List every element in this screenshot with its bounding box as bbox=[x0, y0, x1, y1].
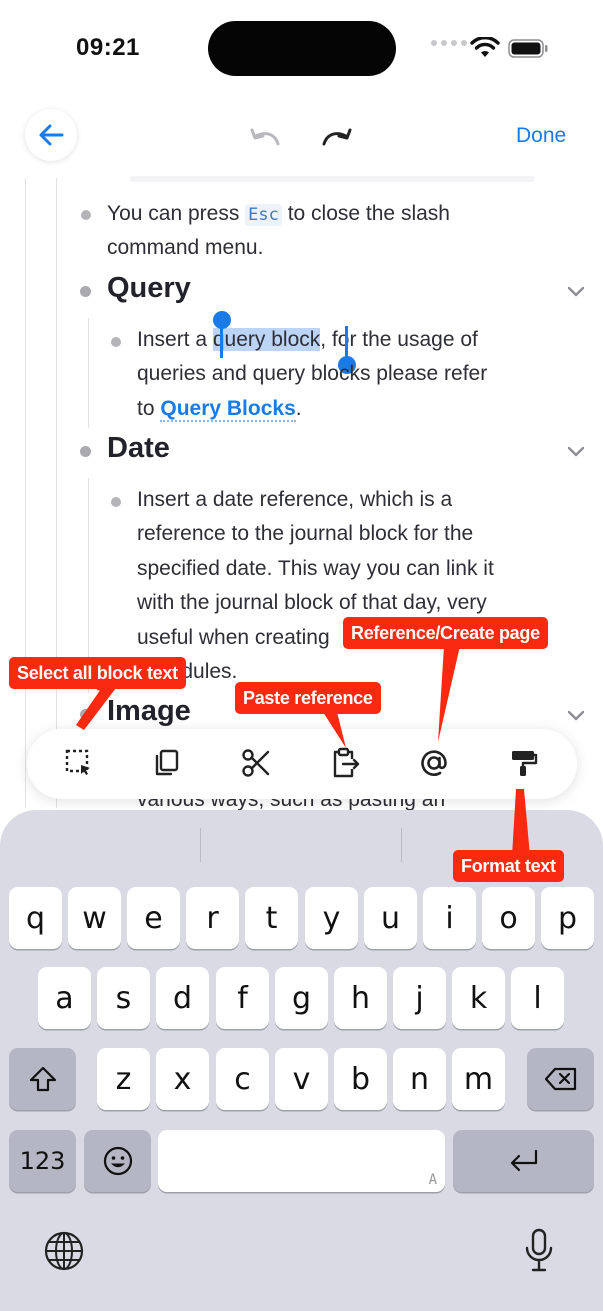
bullet[interactable] bbox=[111, 497, 121, 507]
return-arrow-icon bbox=[510, 1149, 537, 1172]
chevron-down-icon[interactable] bbox=[567, 710, 585, 722]
annotation-reference-create-page: Reference/Create page bbox=[343, 617, 548, 649]
key-i[interactable]: i bbox=[423, 887, 476, 949]
key-x[interactable]: x bbox=[156, 1048, 209, 1110]
shift-arrow-icon bbox=[29, 1066, 56, 1092]
chevron-down-icon[interactable] bbox=[567, 286, 585, 298]
heading-date[interactable]: Date bbox=[107, 432, 170, 465]
block-text-query-line3[interactable]: to Query Blocks. bbox=[137, 392, 302, 427]
chevron-down-icon[interactable] bbox=[567, 446, 585, 458]
key-b[interactable]: b bbox=[334, 1048, 387, 1110]
key-m[interactable]: m bbox=[452, 1048, 505, 1110]
key-u[interactable]: u bbox=[364, 887, 417, 949]
block-text-query[interactable]: Insert a query block, for the usage of bbox=[137, 323, 478, 358]
key-h[interactable]: h bbox=[334, 967, 387, 1029]
shift-key[interactable] bbox=[9, 1048, 76, 1110]
outline-thread bbox=[56, 178, 57, 808]
key-q[interactable]: q bbox=[9, 887, 62, 949]
bullet[interactable] bbox=[111, 337, 121, 347]
page-link-query-blocks[interactable]: Query Blocks bbox=[160, 397, 296, 422]
block-text-query-line2[interactable]: queries and query blocks please refer bbox=[137, 357, 487, 392]
block-text-esc-line2[interactable]: command menu. bbox=[107, 231, 263, 266]
block-text-date-line[interactable]: reference to the journal block for the bbox=[137, 517, 473, 552]
annotation-format-text: Format text bbox=[453, 850, 564, 882]
outline-thread bbox=[88, 318, 89, 428]
key-f[interactable]: f bbox=[216, 967, 269, 1029]
block-text-date-line[interactable]: useful when creating bbox=[137, 621, 330, 656]
key-o[interactable]: o bbox=[482, 887, 535, 949]
reference-create-page-button[interactable] bbox=[416, 745, 452, 781]
key-t[interactable]: t bbox=[245, 887, 298, 949]
bullet[interactable] bbox=[80, 446, 91, 457]
microphone-icon[interactable] bbox=[523, 1228, 555, 1274]
battery-icon bbox=[508, 39, 548, 58]
select-all-icon bbox=[65, 749, 90, 775]
space-hint: A bbox=[428, 1172, 437, 1188]
block-text-esc[interactable]: You can press Esc to close the slash bbox=[107, 197, 450, 233]
annotation-paste-reference: Paste reference bbox=[235, 682, 381, 714]
key-k[interactable]: k bbox=[452, 967, 505, 1029]
redo-icon[interactable] bbox=[320, 122, 354, 150]
key-v[interactable]: v bbox=[275, 1048, 328, 1110]
undo-icon[interactable] bbox=[248, 122, 282, 150]
suggestion-divider bbox=[401, 828, 402, 862]
backspace-icon bbox=[544, 1067, 576, 1091]
key-a[interactable]: a bbox=[38, 967, 91, 1029]
globe-icon[interactable] bbox=[44, 1231, 84, 1271]
emoji-icon bbox=[103, 1146, 132, 1176]
wifi-icon bbox=[470, 37, 500, 57]
block-text-date-line[interactable]: with the journal block of that day, very bbox=[137, 586, 487, 621]
return-key[interactable] bbox=[453, 1130, 594, 1192]
bullet[interactable] bbox=[81, 210, 91, 220]
delete-key[interactable] bbox=[527, 1048, 594, 1110]
outline-thread bbox=[25, 178, 26, 808]
suggestion-divider bbox=[200, 828, 201, 862]
key-y[interactable]: y bbox=[305, 887, 358, 949]
key-c[interactable]: c bbox=[216, 1048, 269, 1110]
key-d[interactable]: d bbox=[156, 967, 209, 1029]
annotation-select-all: Select all block text bbox=[9, 657, 186, 689]
bullet[interactable] bbox=[80, 286, 91, 297]
at-icon bbox=[421, 750, 447, 776]
key-g[interactable]: g bbox=[275, 967, 328, 1029]
status-time: 09:21 bbox=[76, 34, 140, 61]
dynamic-island bbox=[208, 21, 396, 76]
back-button[interactable] bbox=[25, 109, 77, 161]
block-top-fade bbox=[130, 176, 535, 182]
heading-query[interactable]: Query bbox=[107, 272, 191, 305]
select-all-button[interactable] bbox=[61, 745, 97, 781]
selection-start-knob[interactable] bbox=[213, 311, 231, 329]
key-z[interactable]: z bbox=[97, 1048, 150, 1110]
key-e[interactable]: e bbox=[127, 887, 180, 949]
heading-image[interactable]: Image bbox=[107, 695, 191, 728]
space-key[interactable]: A bbox=[158, 1130, 445, 1192]
key-s[interactable]: s bbox=[97, 967, 150, 1029]
inline-code: Esc bbox=[245, 204, 282, 226]
key-w[interactable]: w bbox=[68, 887, 121, 949]
format-brush-icon bbox=[512, 751, 538, 776]
cellular-signal-icon bbox=[431, 40, 467, 46]
key-l[interactable]: l bbox=[511, 967, 564, 1029]
block-text-date-line[interactable]: Insert a date reference, which is a bbox=[137, 483, 452, 518]
bullet[interactable] bbox=[80, 709, 91, 720]
block-text-date-line[interactable]: specified date. This way you can link it bbox=[137, 552, 494, 587]
cut-icon bbox=[242, 749, 270, 777]
paste-reference-icon bbox=[333, 747, 360, 778]
key-r[interactable]: r bbox=[186, 887, 239, 949]
format-text-button[interactable] bbox=[505, 745, 541, 781]
paste-reference-button[interactable] bbox=[327, 745, 363, 781]
cut-button[interactable] bbox=[238, 745, 274, 781]
key-j[interactable]: j bbox=[393, 967, 446, 1029]
copy-button[interactable] bbox=[149, 745, 185, 781]
copy-icon bbox=[155, 749, 179, 776]
block-action-toolbar bbox=[27, 729, 577, 799]
key-n[interactable]: n bbox=[393, 1048, 446, 1110]
text-selection[interactable]: query block bbox=[212, 328, 321, 351]
emoji-key[interactable] bbox=[84, 1130, 151, 1192]
key-p[interactable]: p bbox=[541, 887, 594, 949]
arrow-left-icon bbox=[39, 124, 64, 146]
numbers-key[interactable]: 123 bbox=[9, 1130, 76, 1192]
done-button[interactable]: Done bbox=[516, 124, 566, 148]
